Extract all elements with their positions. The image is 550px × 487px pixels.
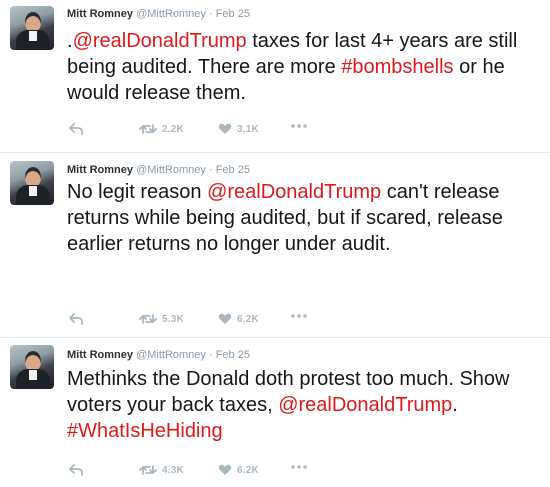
tweet-text: Methinks the Donald doth protest too muc… — [67, 366, 542, 444]
more-button[interactable] — [291, 123, 307, 129]
like-count: 6.2K — [237, 313, 259, 325]
avatar[interactable] — [10, 6, 54, 50]
header-separator: · — [205, 349, 216, 361]
like-count: 6.2K — [237, 464, 259, 476]
text-segment: . — [452, 394, 458, 416]
tweet-date[interactable]: Feb 25 — [216, 164, 250, 176]
heart-icon — [218, 464, 232, 475]
tweet-date[interactable]: Feb 25 — [216, 349, 250, 361]
retweet-icon — [139, 124, 157, 134]
avatar[interactable] — [10, 345, 54, 389]
mention-link[interactable]: @realDonaldTrump — [73, 30, 247, 52]
hashtag-link[interactable]: #bombshells — [341, 56, 453, 78]
tweet-header: Mitt Romney @MittRomney · Feb 25 — [67, 163, 250, 177]
reply-arrow-icon — [69, 313, 83, 325]
mention-link[interactable]: @realDonaldTrump — [207, 181, 381, 203]
author-name[interactable]: Mitt Romney — [67, 349, 133, 361]
retweet-button[interactable]: 5.3K — [139, 313, 184, 325]
retweet-count: 2.2K — [162, 123, 184, 135]
reply-arrow-icon — [69, 123, 83, 135]
more-button[interactable] — [291, 313, 307, 319]
tweet-text: No legit reason @realDonaldTrump can't r… — [67, 179, 542, 257]
mention-link[interactable]: @realDonaldTrump — [278, 394, 452, 416]
tweet[interactable]: Mitt Romney @MittRomney · Feb 25 No legi… — [0, 155, 550, 335]
tweet-date[interactable]: Feb 25 — [216, 8, 250, 20]
retweet-button[interactable]: 2.2K — [139, 123, 184, 135]
like-count: 3.1K — [237, 123, 259, 135]
more-dots-icon — [291, 124, 307, 128]
reply-button[interactable] — [69, 464, 83, 476]
text-segment: No legit reason — [67, 181, 208, 203]
author-name[interactable]: Mitt Romney — [67, 8, 133, 20]
heart-icon — [218, 123, 232, 134]
reply-arrow-icon — [69, 464, 83, 476]
heart-icon — [218, 313, 232, 324]
header-separator: · — [205, 8, 216, 20]
tweet-divider — [0, 152, 550, 153]
retweet-count: 5.3K — [162, 313, 184, 325]
reply-button[interactable] — [69, 123, 83, 135]
tweet-text: .@realDonaldTrump taxes for last 4+ year… — [67, 28, 542, 106]
author-handle[interactable]: @MittRomney — [136, 349, 206, 361]
avatar[interactable] — [10, 161, 54, 205]
retweet-button[interactable]: 4.3K — [139, 464, 184, 476]
retweet-icon — [139, 314, 157, 324]
author-handle[interactable]: @MittRomney — [136, 8, 206, 20]
hashtag-link[interactable]: #WhatIsHeHiding — [67, 420, 223, 442]
tweet-header: Mitt Romney @MittRomney · Feb 25 — [67, 7, 250, 21]
header-separator: · — [205, 164, 216, 176]
author-name[interactable]: Mitt Romney — [67, 164, 133, 176]
more-button[interactable] — [291, 464, 307, 470]
author-handle[interactable]: @MittRomney — [136, 164, 206, 176]
retweet-icon — [139, 465, 157, 475]
tweet[interactable]: Mitt Romney @MittRomney · Feb 25 Methink… — [0, 339, 550, 487]
like-button[interactable]: 6.2K — [218, 313, 259, 325]
like-button[interactable]: 6.2K — [218, 464, 259, 476]
reply-button[interactable] — [69, 313, 83, 325]
retweet-count: 4.3K — [162, 464, 184, 476]
tweet[interactable]: Mitt Romney @MittRomney · Feb 25 .@realD… — [0, 0, 550, 152]
like-button[interactable]: 3.1K — [218, 123, 259, 135]
tweet-divider — [0, 337, 550, 338]
more-dots-icon — [291, 314, 307, 318]
more-dots-icon — [291, 465, 307, 469]
tweet-header: Mitt Romney @MittRomney · Feb 25 — [67, 348, 250, 362]
